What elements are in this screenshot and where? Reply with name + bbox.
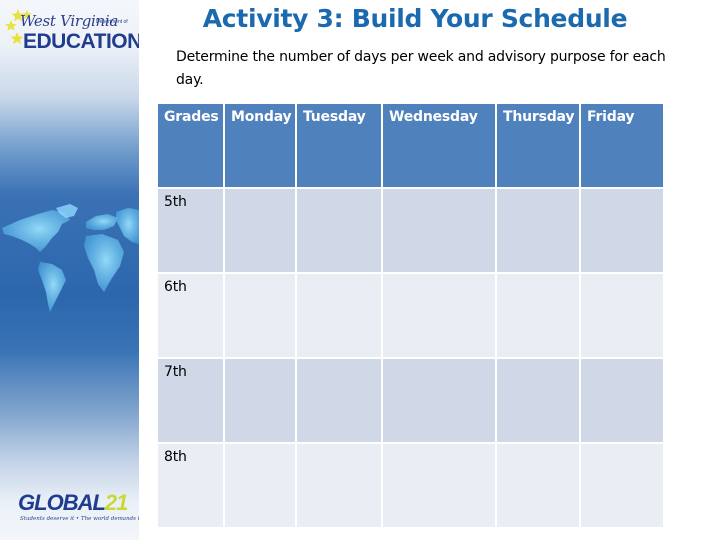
instructions-text: Determine the number of days per week an… bbox=[176, 49, 666, 88]
table-row: 6th bbox=[158, 274, 663, 357]
schedule-cell-wednesday[interactable] bbox=[383, 189, 495, 272]
grade-cell: 7th bbox=[158, 359, 223, 442]
schedule-cell-tuesday[interactable] bbox=[297, 189, 381, 272]
schedule-cell-friday[interactable] bbox=[581, 444, 663, 527]
schedule-cell-wednesday[interactable] bbox=[383, 444, 495, 527]
schedule-cell-wednesday[interactable] bbox=[383, 274, 495, 357]
global21-wordmark: GLOBAL21 bbox=[18, 490, 128, 515]
wv-education-text: EDUCATION bbox=[23, 30, 139, 53]
schedule-cell-tuesday[interactable] bbox=[297, 359, 381, 442]
grade-cell: 8th bbox=[158, 444, 223, 527]
schedule-cell-thursday[interactable] bbox=[497, 274, 579, 357]
schedule-cell-tuesday[interactable] bbox=[297, 444, 381, 527]
schedule-cell-wednesday[interactable] bbox=[383, 359, 495, 442]
slide: West Virginia Department of EDUCATION GL… bbox=[0, 0, 720, 540]
column-header-grades: Grades bbox=[158, 104, 223, 187]
world-map-image bbox=[2, 204, 139, 312]
schedule-cell-tuesday[interactable] bbox=[297, 274, 381, 357]
column-header-tuesday: Tuesday bbox=[297, 104, 381, 187]
table-row: 7th bbox=[158, 359, 663, 442]
grade-cell: 5th bbox=[158, 189, 223, 272]
schedule-cell-friday[interactable] bbox=[581, 274, 663, 357]
column-header-thursday: Thursday bbox=[497, 104, 579, 187]
globe-icon: O bbox=[46, 490, 64, 515]
table-header-row: Grades Monday Tuesday Wednesday Thursday… bbox=[158, 104, 663, 187]
grade-cell: 6th bbox=[158, 274, 223, 357]
schedule-cell-monday[interactable] bbox=[225, 444, 295, 527]
table-row: 5th bbox=[158, 189, 663, 272]
wv-education-logo: West Virginia Department of EDUCATION bbox=[4, 8, 139, 56]
schedule-cell-thursday[interactable] bbox=[497, 444, 579, 527]
column-header-monday: Monday bbox=[225, 104, 295, 187]
global21-logo: GLOBAL21 Students deserve it • The world… bbox=[18, 490, 139, 530]
schedule-cell-monday[interactable] bbox=[225, 359, 295, 442]
schedule-cell-thursday[interactable] bbox=[497, 359, 579, 442]
page-title: Activity 3: Build Your Schedule bbox=[202, 4, 628, 33]
table-row: 8th bbox=[158, 444, 663, 527]
schedule-cell-friday[interactable] bbox=[581, 359, 663, 442]
schedule-cell-monday[interactable] bbox=[225, 189, 295, 272]
schedule-cell-thursday[interactable] bbox=[497, 189, 579, 272]
side-panel: West Virginia Department of EDUCATION GL… bbox=[0, 0, 139, 540]
global21-tagline: Students deserve it • The world demands … bbox=[20, 516, 139, 522]
schedule-table: Grades Monday Tuesday Wednesday Thursday… bbox=[156, 102, 665, 529]
column-header-friday: Friday bbox=[581, 104, 663, 187]
column-header-wednesday: Wednesday bbox=[383, 104, 495, 187]
schedule-cell-friday[interactable] bbox=[581, 189, 663, 272]
schedule-cell-monday[interactable] bbox=[225, 274, 295, 357]
wv-dept-text: Department of bbox=[96, 19, 128, 25]
